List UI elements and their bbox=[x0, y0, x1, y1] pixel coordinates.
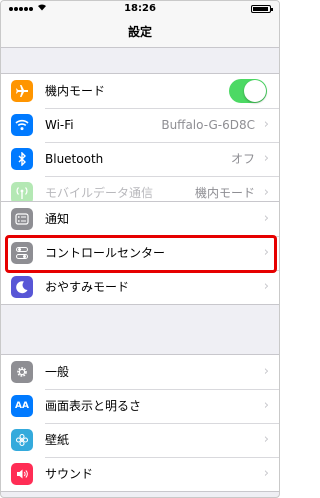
gear-icon bbox=[11, 361, 33, 383]
bluetooth-value: オフ bbox=[230, 152, 255, 166]
label-wallpaper: 壁紙 bbox=[45, 433, 70, 447]
chevron-right-icon: › bbox=[263, 117, 269, 132]
row-do-not-disturb[interactable]: おやすみモード › bbox=[1, 270, 279, 304]
label-bluetooth: Bluetooth bbox=[45, 152, 104, 166]
chevron-right-icon: › bbox=[263, 245, 269, 260]
page-title: 設定 bbox=[1, 17, 279, 48]
settings-group-general: 一般 › AA 画面表示と明るさ › 壁紙 › サウンド › bbox=[1, 354, 279, 492]
control-center-icon bbox=[11, 242, 33, 264]
wifi-network-value: Buffalo-G-6D8C bbox=[161, 118, 255, 132]
sound-icon bbox=[11, 463, 33, 485]
row-notifications[interactable]: 通知 › bbox=[1, 202, 279, 236]
settings-group-connectivity: 機内モード Wi-Fi Buffalo-G-6D8C › Bluetooth オ… bbox=[1, 73, 279, 211]
settings-screen: 18:26 設定 機内モード Wi-Fi Buffalo-G-6D8C › Bl… bbox=[0, 0, 280, 498]
chevron-right-icon: › bbox=[263, 151, 269, 166]
row-wallpaper[interactable]: 壁紙 › bbox=[1, 423, 279, 457]
bluetooth-icon bbox=[11, 148, 33, 170]
chevron-right-icon: › bbox=[263, 432, 269, 447]
airplane-mode-toggle[interactable] bbox=[229, 79, 267, 103]
chevron-right-icon: › bbox=[263, 466, 269, 481]
notifications-icon bbox=[11, 208, 33, 230]
row-general[interactable]: 一般 › bbox=[1, 355, 279, 389]
row-wifi[interactable]: Wi-Fi Buffalo-G-6D8C › bbox=[1, 108, 279, 142]
label-general: 一般 bbox=[45, 365, 70, 379]
row-bluetooth[interactable]: Bluetooth オフ › bbox=[1, 142, 279, 176]
chevron-right-icon: › bbox=[263, 398, 269, 413]
display-icon: AA bbox=[11, 395, 33, 417]
airplane-icon bbox=[11, 80, 33, 102]
wallpaper-icon bbox=[11, 429, 33, 451]
chevron-right-icon: › bbox=[263, 364, 269, 379]
label-do-not-disturb: おやすみモード bbox=[45, 280, 130, 294]
status-bar: 18:26 bbox=[1, 1, 279, 17]
row-control-center[interactable]: コントロールセンター › bbox=[1, 236, 279, 270]
row-display-brightness[interactable]: AA 画面表示と明るさ › bbox=[1, 389, 279, 423]
label-display-brightness: 画面表示と明るさ bbox=[45, 399, 142, 413]
label-wifi: Wi-Fi bbox=[45, 118, 74, 132]
battery-icon bbox=[251, 5, 273, 13]
chevron-right-icon: › bbox=[263, 211, 269, 226]
row-sounds[interactable]: サウンド › bbox=[1, 457, 279, 491]
wifi-icon bbox=[11, 114, 33, 136]
label-notifications: 通知 bbox=[45, 212, 70, 226]
settings-group-system: 通知 › コントロールセンター › おやすみモード › bbox=[1, 201, 279, 305]
label-sounds: サウンド bbox=[45, 467, 94, 481]
row-airplane-mode[interactable]: 機内モード bbox=[1, 74, 279, 108]
chevron-right-icon: › bbox=[263, 279, 269, 294]
moon-icon bbox=[11, 276, 33, 298]
label-airplane-mode: 機内モード bbox=[45, 84, 106, 98]
label-control-center: コントロールセンター bbox=[45, 246, 166, 260]
status-time: 18:26 bbox=[124, 3, 156, 14]
